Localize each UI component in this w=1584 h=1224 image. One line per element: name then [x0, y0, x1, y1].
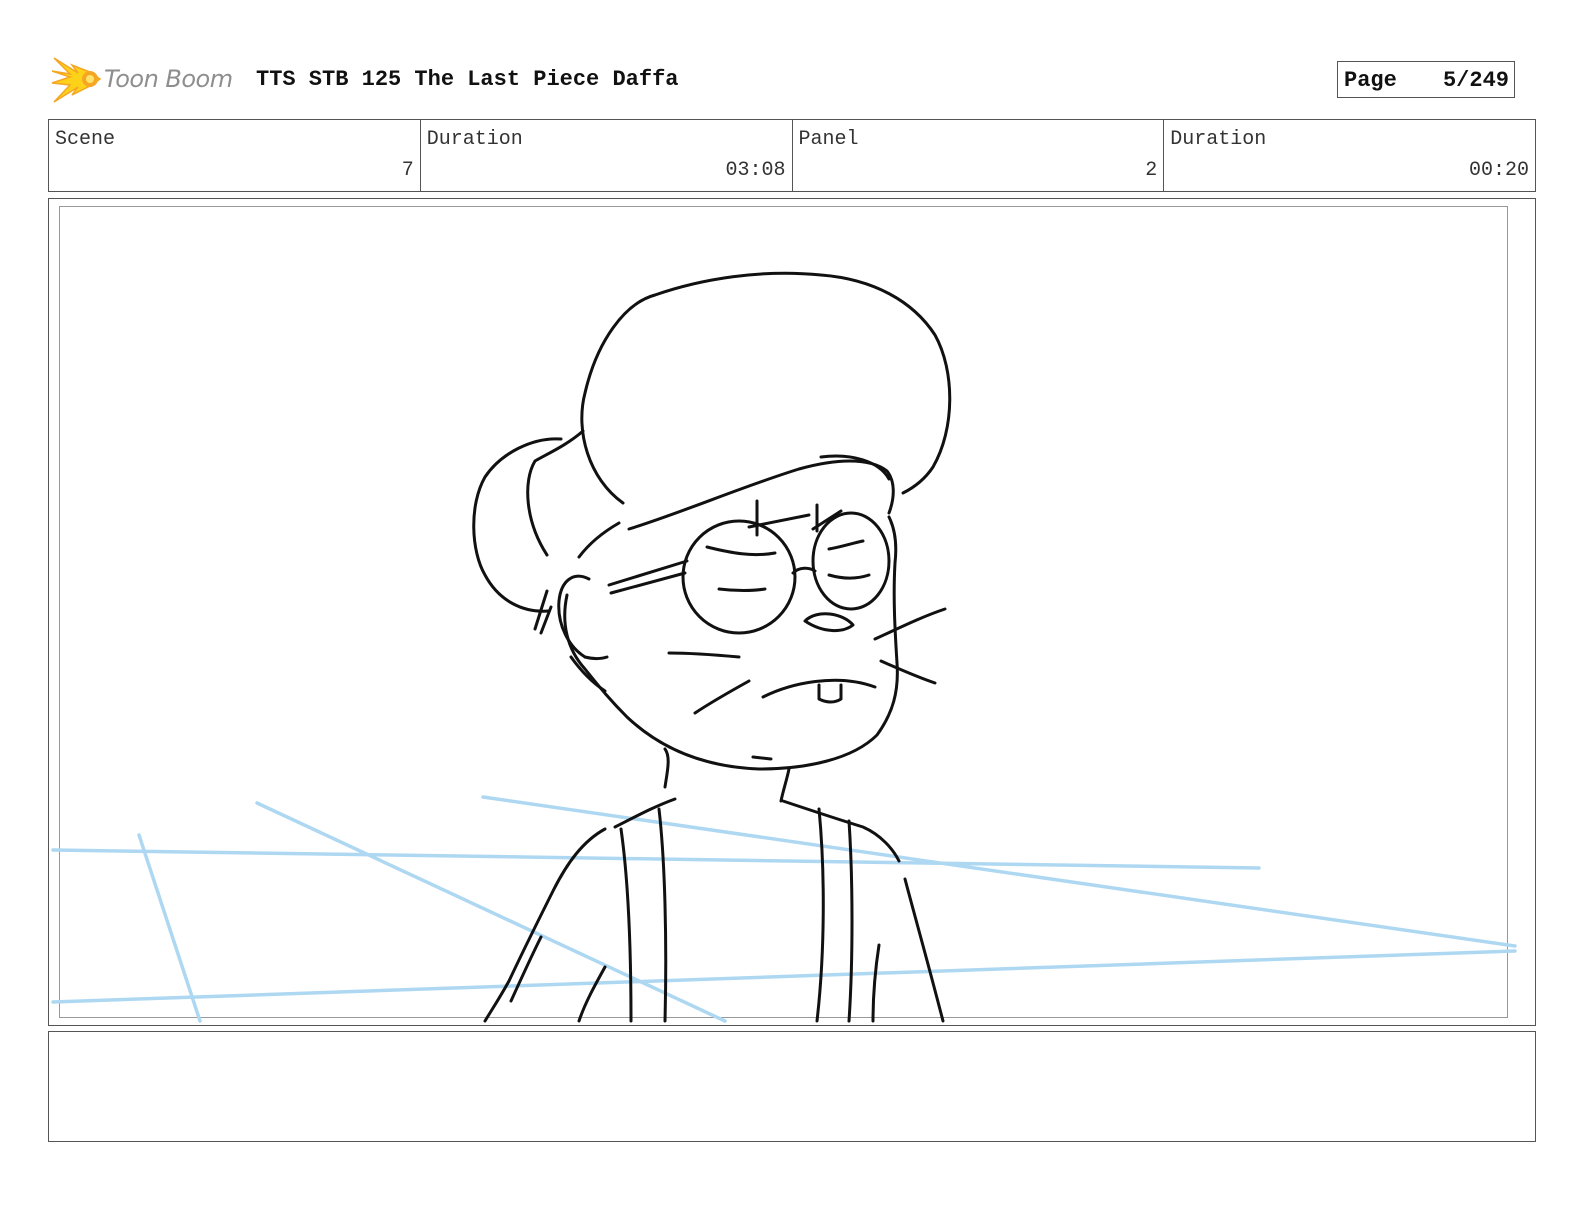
panel-duration-value: 00:20 — [1468, 159, 1529, 182]
panel-duration-cell: Duration 00:20 — [1164, 120, 1535, 191]
scene-duration-cell: Duration 03:08 — [421, 120, 793, 191]
page-label: Page — [1344, 68, 1397, 93]
panel-value: 2 — [1145, 159, 1158, 182]
logo-wordmark: Toon Boom — [104, 65, 233, 93]
page-indicator: Page 5/249 — [1337, 61, 1515, 98]
scene-info-row: Scene 7 Duration 03:08 Panel 2 Duration … — [48, 119, 1536, 192]
storyboard-header: Toon Boom TTS STB 125 The Last Piece Daf… — [50, 55, 1540, 105]
scene-cell: Scene 7 — [49, 120, 421, 191]
character-sketch — [51, 271, 1517, 1023]
panel-cell: Panel 2 — [793, 120, 1165, 191]
scene-value: 7 — [401, 159, 414, 182]
perspective-guides — [51, 795, 1517, 1023]
panel-duration-label: Duration — [1170, 128, 1267, 151]
starburst-icon — [51, 57, 102, 103]
scene-label: Scene — [55, 128, 116, 151]
storyboard-panel — [48, 198, 1536, 1026]
page-number: 5/249 — [1442, 68, 1509, 93]
toon-boom-logo: Toon Boom — [50, 55, 250, 105]
scene-duration-value: 03:08 — [725, 159, 786, 182]
scene-duration-label: Duration — [426, 128, 523, 151]
panel-notes-box — [48, 1031, 1536, 1142]
document-title: TTS STB 125 The Last Piece Daffa — [256, 67, 679, 92]
panel-label: Panel — [798, 128, 859, 151]
character-lines — [472, 271, 952, 1023]
